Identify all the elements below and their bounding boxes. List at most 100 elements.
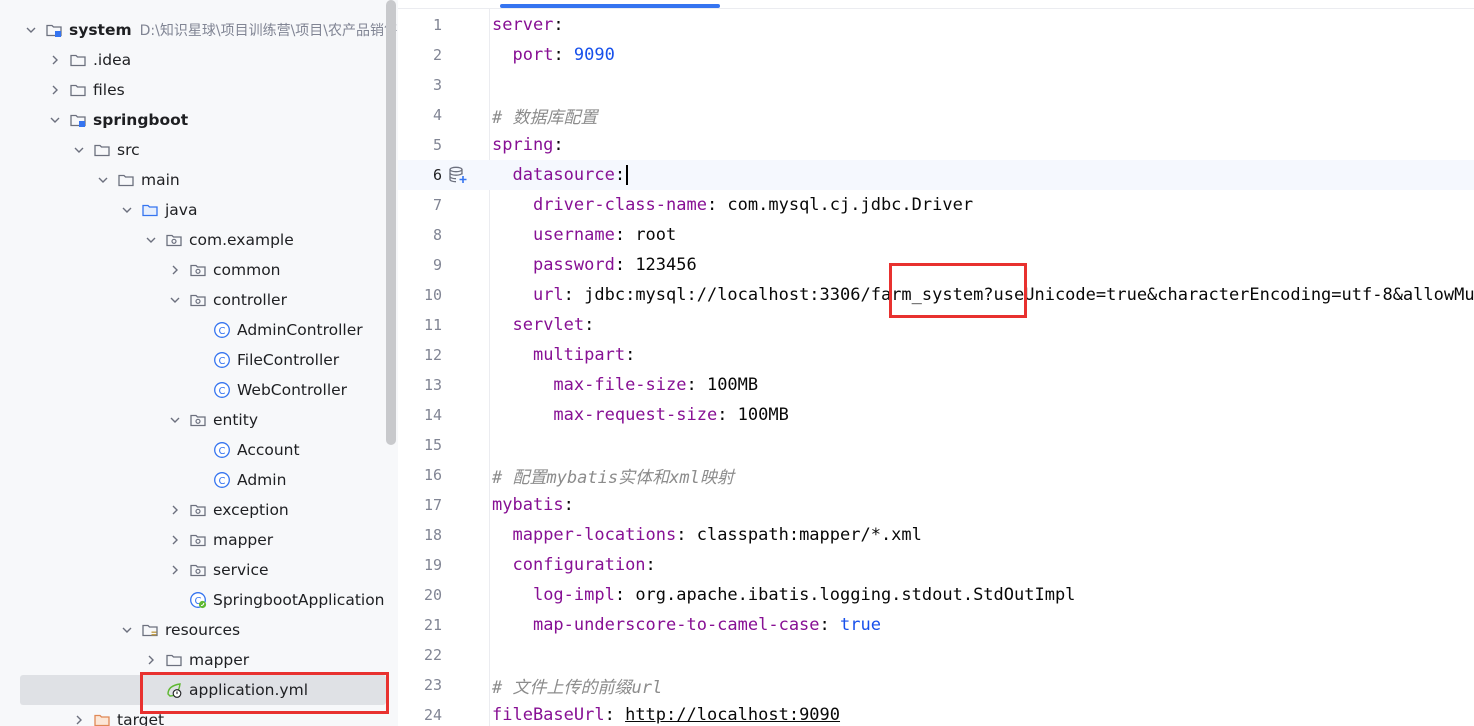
chevron-down-icon[interactable] xyxy=(119,202,135,218)
tree-item-mapper[interactable]: mapper xyxy=(0,525,386,555)
code-line[interactable]: 19 configuration: xyxy=(398,550,1474,580)
tree-item-java[interactable]: java xyxy=(0,195,386,225)
tree-item-exception[interactable]: exception xyxy=(0,495,386,525)
code-text[interactable]: fileBaseUrl: http://localhost:9090 xyxy=(492,705,1474,725)
code-text[interactable]: mybatis: xyxy=(492,495,1474,515)
code-line[interactable]: 2 port: 9090 xyxy=(398,40,1474,70)
tree-item-label: src xyxy=(117,141,140,159)
code-line[interactable]: 12 multipart: xyxy=(398,340,1474,370)
tree-item-common[interactable]: common xyxy=(0,255,386,285)
chevron-down-icon[interactable] xyxy=(47,112,63,128)
chevron-right-icon[interactable] xyxy=(167,262,183,278)
tree-scrollbar[interactable] xyxy=(386,0,396,445)
tree-item-files[interactable]: files xyxy=(0,75,386,105)
code-line[interactable]: 15 xyxy=(398,430,1474,460)
tree-item-com-example[interactable]: com.example xyxy=(0,225,386,255)
tree-item-resources[interactable]: resources xyxy=(0,615,386,645)
code-token: configuration xyxy=(512,555,646,575)
code-text[interactable]: max-request-size: 100MB xyxy=(492,405,1474,425)
tree-item-service[interactable]: service xyxy=(0,555,386,585)
code-token: max-request-size xyxy=(553,405,718,425)
code-text[interactable]: # 配置mybatis实体和xml映射 xyxy=(492,463,1474,488)
chevron-down-icon[interactable] xyxy=(95,172,111,188)
code-text[interactable]: spring: xyxy=(492,135,1474,155)
code-text[interactable]: username: root xyxy=(492,225,1474,245)
code-line[interactable]: 21 map-underscore-to-camel-case: true xyxy=(398,610,1474,640)
tree-item-mapper[interactable]: mapper xyxy=(0,645,386,675)
code-token: map-underscore-to-camel-case xyxy=(532,615,820,635)
code-line[interactable]: 6 datasource: xyxy=(398,160,1474,190)
code-text[interactable]: server: xyxy=(492,15,1474,35)
tree-item-label: Account xyxy=(237,441,300,459)
active-tab-indicator[interactable] xyxy=(500,4,720,8)
chevron-down-icon[interactable] xyxy=(167,292,183,308)
code-line[interactable]: 5 spring: xyxy=(398,130,1474,160)
chevron-right-icon[interactable] xyxy=(47,52,63,68)
tree-item-admin[interactable]: C Admin xyxy=(0,465,386,495)
tree-item-idea[interactable]: .idea xyxy=(0,45,386,75)
code-text[interactable]: driver-class-name: com.mysql.cj.jdbc.Dri… xyxy=(492,195,1474,215)
chevron-down-icon[interactable] xyxy=(23,22,39,38)
spring-class-icon: C xyxy=(189,591,207,609)
project-path: D:\知识星球\项目训练营\项目\农产品销售 xyxy=(139,23,398,39)
code-text[interactable]: configuration: xyxy=(492,555,1474,575)
code-text[interactable]: map-underscore-to-camel-case: true xyxy=(492,615,1474,635)
code-text[interactable]: servlet: xyxy=(492,315,1474,335)
code-line[interactable]: 7 driver-class-name: com.mysql.cj.jdbc.D… xyxy=(398,190,1474,220)
tree-item-account[interactable]: C Account xyxy=(0,435,386,465)
database-add-icon[interactable] xyxy=(442,165,492,185)
code-line[interactable]: 14 max-request-size: 100MB xyxy=(398,400,1474,430)
code-line[interactable]: 24 fileBaseUrl: http://localhost:9090 xyxy=(398,700,1474,726)
chevron-down-icon[interactable] xyxy=(71,142,87,158)
chevron-right-icon[interactable] xyxy=(47,82,63,98)
resources-folder-icon xyxy=(141,621,159,639)
code-text[interactable]: multipart: xyxy=(492,345,1474,365)
code-line[interactable]: 4 # 数据库配置 xyxy=(398,100,1474,130)
chevron-right-icon[interactable] xyxy=(167,502,183,518)
code-text[interactable]: mapper-locations: classpath:mapper/*.xml xyxy=(492,525,1474,545)
tree-item-filecontroller[interactable]: C FileController xyxy=(0,345,386,375)
chevron-down-icon[interactable] xyxy=(143,232,159,248)
code-line[interactable]: 18 mapper-locations: classpath:mapper/*.… xyxy=(398,520,1474,550)
tree-item-system[interactable]: system D:\知识星球\项目训练营\项目\农产品销售 xyxy=(0,15,398,45)
tree-item-controller[interactable]: controller xyxy=(0,285,386,315)
code-text[interactable]: # 文件上传的前缀url xyxy=(492,673,1474,698)
code-editor[interactable]: 1 server: 2 port: 9090 3 4 # 数据库配置 5 spring: 6 d… xyxy=(398,0,1474,726)
tree-item-src[interactable]: src xyxy=(0,135,386,165)
tree-item-springboot[interactable]: springboot xyxy=(0,105,386,135)
chevron-down-icon[interactable] xyxy=(167,412,183,428)
tree-item-webcontroller[interactable]: C WebController xyxy=(0,375,386,405)
code-text[interactable]: log-impl: org.apache.ibatis.logging.stdo… xyxy=(492,585,1474,605)
code-line[interactable]: 23 # 文件上传的前缀url xyxy=(398,670,1474,700)
tree-item-main[interactable]: main xyxy=(0,165,386,195)
code-text[interactable]: max-file-size: 100MB xyxy=(492,375,1474,395)
excluded-folder-icon xyxy=(93,711,111,726)
code-line[interactable]: 13 max-file-size: 100MB xyxy=(398,370,1474,400)
tree-item-entity[interactable]: entity xyxy=(0,405,386,435)
code-line[interactable]: 20 log-impl: org.apache.ibatis.logging.s… xyxy=(398,580,1474,610)
line-number: 19 xyxy=(423,556,442,574)
chevron-down-icon[interactable] xyxy=(119,622,135,638)
chevron-right-icon[interactable] xyxy=(167,562,183,578)
code-line[interactable]: 17 mybatis: xyxy=(398,490,1474,520)
tree-item-springbootapplication[interactable]: C SpringbootApplication xyxy=(0,585,386,615)
folder-icon xyxy=(117,171,135,189)
code-line[interactable]: 3 xyxy=(398,70,1474,100)
line-number: 14 xyxy=(423,406,442,424)
code-token: # 文件上传的前缀url xyxy=(492,677,663,698)
chevron-right-icon[interactable] xyxy=(71,712,87,726)
code-line[interactable]: 22 xyxy=(398,640,1474,670)
folder-icon xyxy=(165,651,183,669)
line-number: 22 xyxy=(423,646,442,664)
code-text[interactable]: # 数据库配置 xyxy=(492,103,1474,128)
code-text[interactable]: port: 9090 xyxy=(492,45,1474,65)
code-text[interactable]: datasource: xyxy=(492,165,1474,185)
code-line[interactable]: 16 # 配置mybatis实体和xml映射 xyxy=(398,460,1474,490)
code-line[interactable]: 8 username: root xyxy=(398,220,1474,250)
code-line[interactable]: 1 server: xyxy=(398,10,1474,40)
chevron-right-icon[interactable] xyxy=(167,532,183,548)
chevron-right-icon[interactable] xyxy=(143,652,159,668)
tree-item-admincontroller[interactable]: C AdminController xyxy=(0,315,386,345)
